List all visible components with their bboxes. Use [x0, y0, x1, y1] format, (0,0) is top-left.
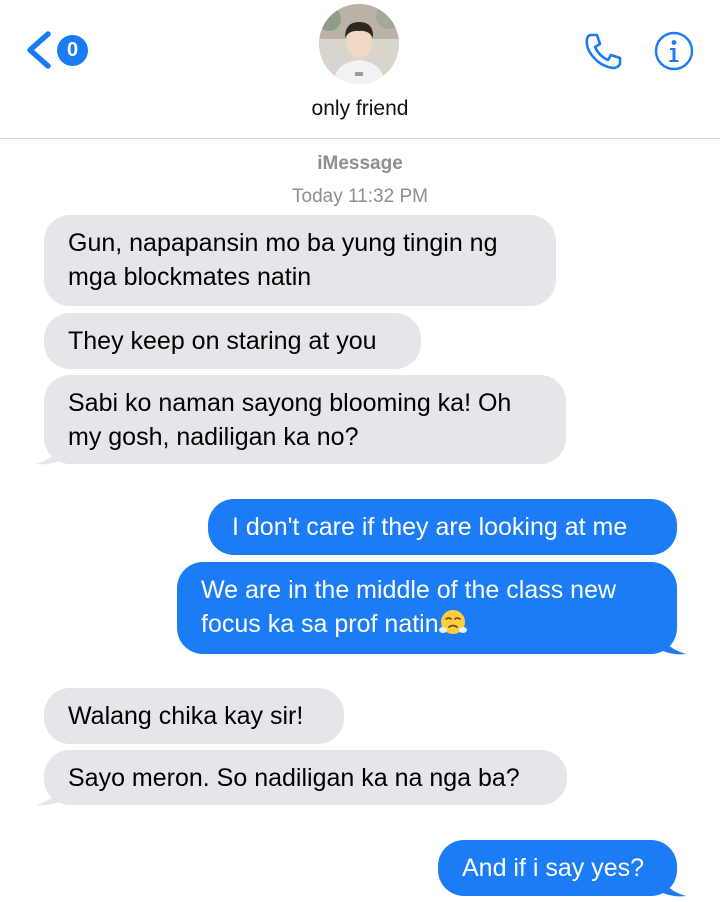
- conversation-header: 0 only friend: [0, 0, 720, 139]
- bubble-tail: [654, 630, 686, 655]
- contact-name[interactable]: only friend: [0, 97, 720, 121]
- received-message-bubble[interactable]: Sabi ko naman sayong blooming ka! Oh my …: [44, 375, 566, 464]
- message-timestamp: Today 11:32 PM: [292, 186, 428, 207]
- avatar[interactable]: [319, 4, 399, 84]
- face-with-steam-from-nose-icon: [438, 610, 467, 634]
- info-icon[interactable]: [654, 31, 694, 71]
- received-message-bubble[interactable]: Walang chika kay sir!: [44, 688, 344, 744]
- received-message-bubble[interactable]: They keep on staring at you: [44, 313, 421, 369]
- service-label: iMessage: [317, 153, 403, 174]
- bubble-tail: [36, 781, 68, 806]
- bubble-tail: [654, 872, 686, 897]
- received-message-bubble[interactable]: Sayo meron. So nadiligan ka na nga ba?: [44, 750, 567, 805]
- unread-count-badge: 0: [57, 35, 88, 66]
- sent-message-bubble[interactable]: And if i say yes?: [438, 840, 677, 896]
- bubble-tail: [36, 440, 68, 465]
- received-message-bubble[interactable]: Gun, napapansin mo ba yung tingin ng mga…: [44, 215, 556, 306]
- sent-message-bubble[interactable]: We are in the middle of the class new fo…: [177, 562, 677, 654]
- phone-icon[interactable]: [582, 31, 624, 71]
- chevron-left-icon: [27, 31, 51, 69]
- contact-photo: [319, 4, 399, 84]
- sent-message-bubble[interactable]: I don't care if they are looking at me: [208, 499, 677, 555]
- back-button[interactable]: 0: [22, 30, 92, 70]
